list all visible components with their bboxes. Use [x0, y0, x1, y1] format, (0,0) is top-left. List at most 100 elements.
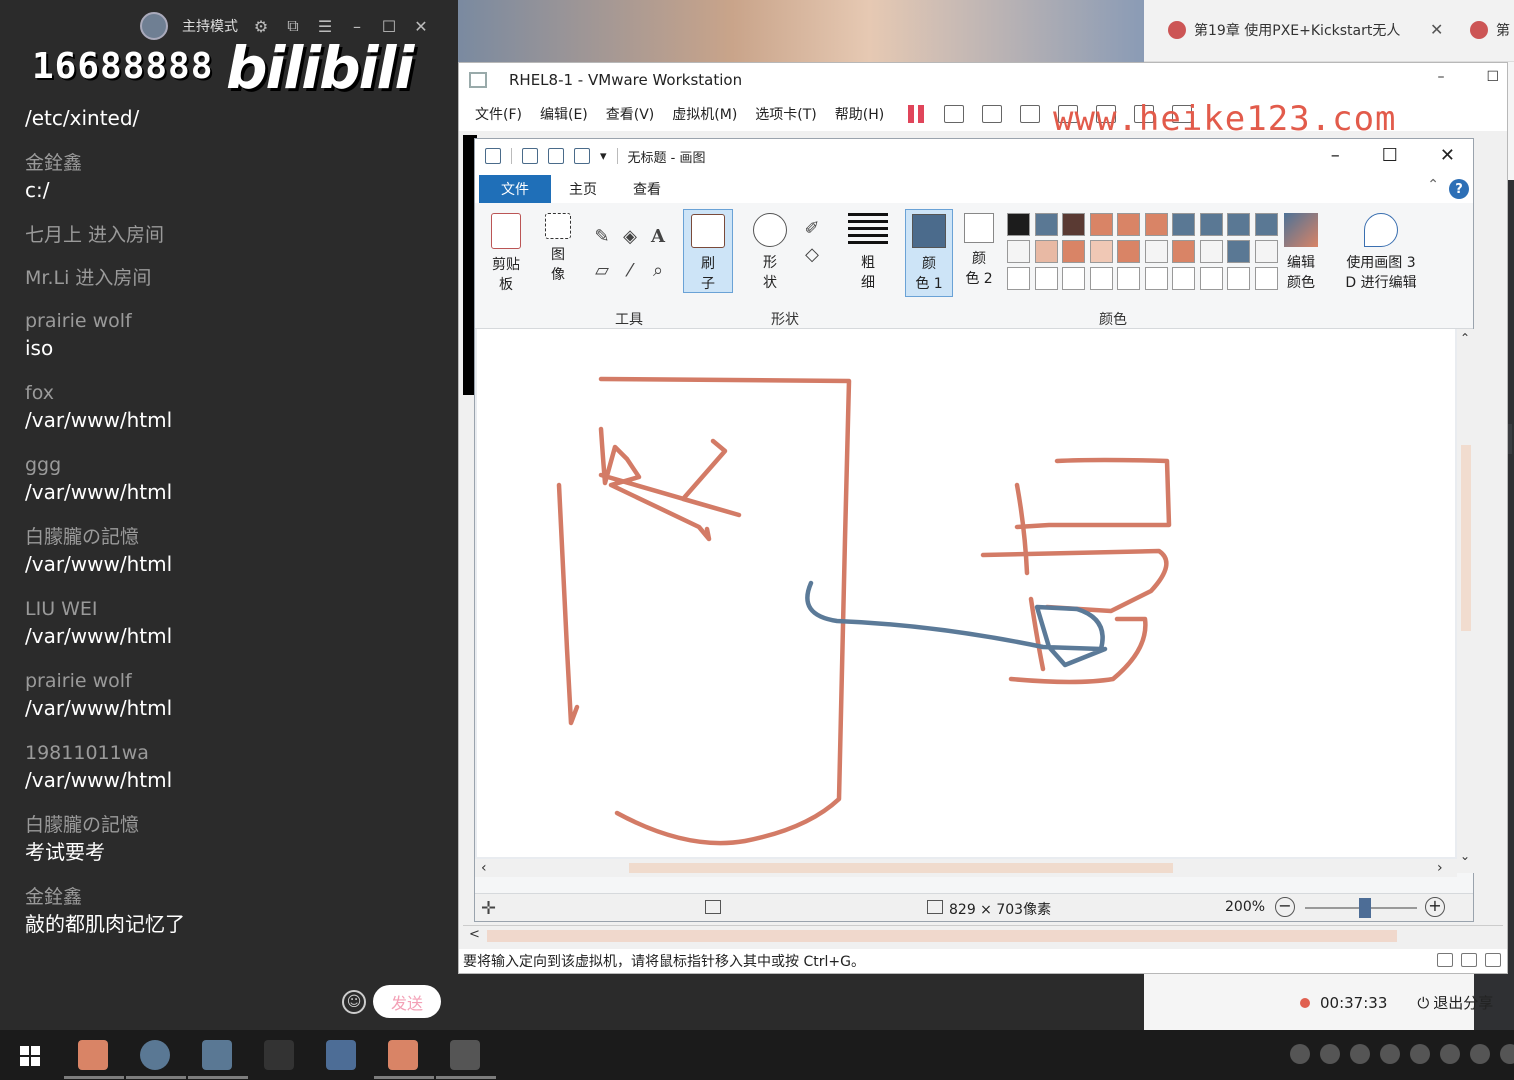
color-swatch[interactable]: [1117, 267, 1140, 290]
app-icon[interactable]: [326, 1040, 356, 1070]
maximize-icon[interactable]: ☐: [1486, 69, 1499, 85]
pencil-icon[interactable]: ✎: [591, 225, 613, 247]
zoom-slider-handle[interactable]: [1359, 898, 1371, 918]
menu-vm[interactable]: 虚拟机(M): [672, 104, 737, 124]
color-swatch[interactable]: [1062, 213, 1085, 236]
settings-icon[interactable]: ⚙: [252, 17, 270, 36]
brush-button[interactable]: 刷 子: [683, 209, 733, 293]
shapes-button[interactable]: 形 状: [747, 213, 793, 293]
eraser-icon[interactable]: ▱: [591, 259, 613, 281]
scrollbar-thumb[interactable]: [629, 863, 1173, 873]
color-swatch[interactable]: [1227, 267, 1250, 290]
minimize-icon[interactable]: –: [348, 17, 366, 36]
microphone-icon[interactable]: [1290, 1044, 1310, 1064]
color-swatch[interactable]: [1254, 267, 1278, 290]
shape-fill-icon[interactable]: ◇: [801, 243, 823, 265]
scroll-up-icon[interactable]: ⌃: [1460, 331, 1470, 345]
maximize-icon[interactable]: ☐: [1382, 145, 1398, 166]
usb-device-icon[interactable]: [1485, 953, 1501, 967]
popout-icon[interactable]: ⧉: [284, 16, 302, 35]
color-swatch[interactable]: [1172, 213, 1195, 236]
clipboard-button[interactable]: 剪贴 板: [483, 213, 529, 295]
menu-help[interactable]: 帮助(H): [835, 104, 884, 124]
pause-icon[interactable]: [908, 105, 926, 123]
scrollbar-thumb[interactable]: [487, 930, 1397, 942]
save-icon[interactable]: [522, 148, 538, 164]
vm-horizontal-scrollbar[interactable]: <: [463, 925, 1503, 945]
redo-icon[interactable]: [574, 148, 590, 164]
close-icon[interactable]: ✕: [412, 17, 430, 36]
tray-icon[interactable]: [1350, 1044, 1370, 1064]
zoom-out-icon[interactable]: −: [1275, 897, 1295, 917]
close-icon[interactable]: ✕: [1440, 145, 1455, 166]
help-icon[interactable]: ?: [1449, 179, 1469, 199]
color-swatch[interactable]: [1034, 267, 1058, 290]
network-device-icon[interactable]: [1437, 953, 1453, 967]
color-swatch[interactable]: [1062, 267, 1085, 290]
text-icon[interactable]: A: [647, 225, 669, 247]
vmware-icon[interactable]: [202, 1040, 232, 1070]
settings-icon[interactable]: [1500, 1044, 1514, 1064]
scrollbar-thumb[interactable]: [1461, 445, 1471, 631]
color1-button[interactable]: 颜 色 1: [905, 209, 953, 297]
color-swatch[interactable]: [1144, 240, 1168, 263]
size-button[interactable]: 粗 细: [845, 213, 891, 293]
drawing-canvas[interactable]: [477, 329, 1455, 857]
maximize-icon[interactable]: ☐: [380, 17, 398, 36]
color-swatch[interactable]: [1254, 240, 1278, 263]
tray-icon[interactable]: [1320, 1044, 1340, 1064]
tab-file[interactable]: 文件: [479, 175, 551, 203]
snapshot-icon[interactable]: [982, 105, 1003, 123]
color-swatch[interactable]: [1117, 240, 1140, 263]
host-avatar[interactable]: [140, 12, 168, 40]
color-swatch[interactable]: [1172, 240, 1195, 263]
fill-icon[interactable]: ◈: [619, 225, 641, 247]
revert-snapshot-icon[interactable]: [1020, 105, 1041, 123]
color-swatch[interactable]: [1089, 240, 1113, 263]
menu-view[interactable]: 查看(V): [606, 104, 655, 124]
color-swatch[interactable]: [1254, 213, 1278, 236]
menu-tabs[interactable]: 选项卡(T): [755, 104, 816, 124]
qq-icon[interactable]: [1440, 1044, 1460, 1064]
scroll-right-icon[interactable]: ›: [1437, 860, 1443, 876]
menu-edit[interactable]: 编辑(E): [540, 104, 588, 124]
send-button[interactable]: 发送: [373, 985, 441, 1018]
magnifier-icon[interactable]: ⌕: [647, 259, 669, 281]
app-icon[interactable]: [264, 1040, 294, 1070]
color-swatch[interactable]: [1227, 213, 1250, 236]
zoom-in-icon[interactable]: +: [1425, 897, 1445, 917]
undo-icon[interactable]: [548, 148, 564, 164]
tab-home[interactable]: 主页: [551, 175, 615, 203]
color-swatch[interactable]: [1007, 267, 1030, 290]
emoji-icon[interactable]: ☺: [342, 990, 366, 1014]
collapse-ribbon-icon[interactable]: ⌃: [1427, 177, 1439, 193]
cd-device-icon[interactable]: [1461, 953, 1477, 967]
send-ctrl-alt-del-icon[interactable]: [944, 105, 965, 123]
image-button[interactable]: 图 像: [535, 213, 581, 285]
app-icon[interactable]: [388, 1040, 418, 1070]
windows-start-icon[interactable]: [20, 1046, 40, 1066]
file-explorer-icon[interactable]: [78, 1040, 108, 1070]
color-swatch[interactable]: [1144, 267, 1168, 290]
scroll-left-icon[interactable]: ‹: [481, 860, 487, 876]
tray-icon[interactable]: [1380, 1044, 1400, 1064]
color-swatch[interactable]: [1034, 240, 1058, 263]
color-swatch[interactable]: [1007, 240, 1030, 263]
tab-view[interactable]: 查看: [615, 175, 679, 203]
quick-access-dropdown-icon[interactable]: ▾: [600, 149, 607, 164]
minimize-icon[interactable]: –: [1437, 69, 1444, 85]
qq-icon[interactable]: [1410, 1044, 1430, 1064]
color-picker-icon[interactable]: ⁄: [619, 259, 641, 281]
menu-icon[interactable]: ☰: [316, 17, 334, 36]
menu-file[interactable]: 文件(F): [475, 104, 522, 124]
browser-icon[interactable]: [140, 1040, 170, 1070]
color-swatch[interactable]: [1062, 240, 1085, 263]
qq-icon[interactable]: [1470, 1044, 1490, 1064]
scroll-left-icon[interactable]: <: [469, 927, 480, 942]
canvas-vertical-scrollbar[interactable]: ⌃ ⌄: [1457, 329, 1475, 873]
paint-app-icon[interactable]: [450, 1040, 480, 1070]
color-swatch[interactable]: [1199, 240, 1223, 263]
color-swatch[interactable]: [1199, 267, 1223, 290]
color-swatch[interactable]: [1089, 213, 1113, 236]
color-swatch[interactable]: [1034, 213, 1058, 236]
